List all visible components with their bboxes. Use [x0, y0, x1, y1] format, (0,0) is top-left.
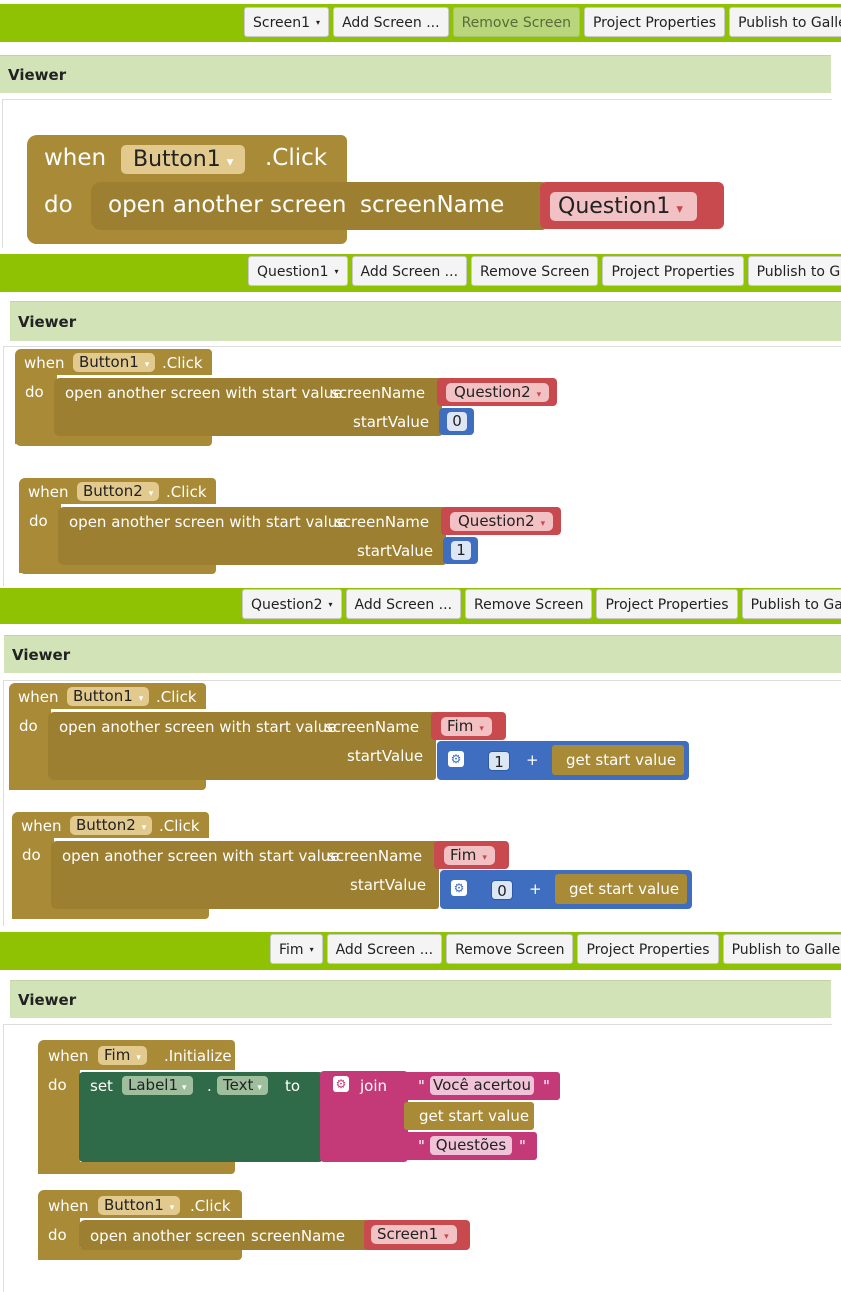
publish-to-gallery-button[interactable]: Publish to Gallery [722, 934, 841, 964]
screen-selector[interactable]: Screen1 ▾ [244, 7, 330, 37]
toolbar: Fim ▾ Add Screen ... Remove Screen Projec… [0, 930, 841, 970]
caret-down-icon: ▾ [257, 1083, 262, 1093]
toolbar: Screen1 ▾ Add Screen ... Remove Screen Pr… [0, 0, 841, 42]
text-field[interactable]: Questões [430, 1136, 512, 1155]
viewer-header: Viewer [10, 301, 841, 341]
number-field[interactable]: 0 [447, 412, 467, 431]
remove-screen-button[interactable]: Remove Screen [446, 934, 574, 964]
panel-screen1: Screen1 ▾ Add Screen ... Remove Screen Pr… [0, 0, 841, 248]
caret-down-icon: ▾ [182, 1083, 187, 1093]
caret-down-icon: ▾ [144, 360, 150, 370]
project-properties-button[interactable]: Project Properties [602, 256, 744, 286]
caret-down-icon: ▾ [540, 519, 546, 529]
publish-to-gallery-button[interactable]: Publish to Gallery [729, 7, 841, 37]
project-properties-button[interactable]: Project Properties [583, 7, 726, 37]
caret-down-icon: ▾ [138, 694, 144, 704]
panel-fim: Fim ▾ Add Screen ... Remove Screen Projec… [0, 930, 841, 1292]
project-properties-button[interactable]: Project Properties [577, 934, 719, 964]
component-dropdown[interactable]: Button2 ▾ [77, 482, 160, 501]
add-screen-button[interactable]: Add Screen ... [326, 934, 443, 964]
component-dropdown[interactable]: Label1 ▾ [122, 1076, 193, 1095]
caret-down-icon: ▾ [536, 390, 542, 400]
add-screen-button[interactable]: Add Screen ... [333, 7, 449, 37]
toolbar: Question1 ▾ Add Screen ... Remove Screen … [0, 252, 841, 292]
panel-question2: Question2 ▾ Add Screen ... Remove Screen … [0, 586, 841, 926]
caret-down-icon: ▾ [226, 155, 234, 170]
caret-down-icon: ▾ [316, 18, 321, 27]
remove-screen-button[interactable]: Remove Screen [452, 7, 580, 37]
gear-icon[interactable]: ⚙ [451, 880, 467, 896]
screen-selector[interactable]: Question2 ▾ [242, 589, 342, 619]
caret-down-icon: ▾ [334, 267, 339, 276]
remove-screen-button[interactable]: Remove Screen [471, 256, 599, 286]
panel-question1: Question1 ▾ Add Screen ... Remove Screen … [0, 252, 841, 586]
caret-down-icon: ▾ [148, 489, 154, 499]
number-field[interactable]: 1 [488, 751, 510, 771]
caret-down-icon: ▾ [479, 724, 484, 734]
number-field[interactable]: 1 [451, 541, 471, 560]
screen-name-dropdown[interactable]: Screen1 ▾ [371, 1225, 457, 1244]
viewer-header: Viewer [10, 980, 831, 1018]
viewer-header: Viewer [0, 55, 831, 93]
caret-down-icon: ▾ [676, 202, 684, 217]
number-field[interactable]: 0 [491, 880, 513, 900]
caret-down-icon: ▾ [141, 823, 147, 833]
screen-name-dropdown[interactable]: Question1 ▾ [550, 192, 698, 221]
screen-selector[interactable]: Question1 ▾ [248, 256, 348, 286]
component-dropdown[interactable]: Fim ▾ [98, 1046, 147, 1065]
caret-down-icon: ▾ [169, 1203, 175, 1213]
component-dropdown[interactable]: Button1 ▾ [73, 353, 156, 372]
component-dropdown[interactable]: Button1 ▾ [67, 687, 150, 706]
caret-down-icon: ▾ [444, 1232, 449, 1242]
caret-down-icon: ▾ [136, 1053, 141, 1063]
component-dropdown[interactable]: Button1 ▾ [121, 145, 246, 174]
screen-selector[interactable]: Fim ▾ [270, 934, 323, 964]
screen-name-dropdown[interactable]: Question2 ▾ [450, 512, 554, 531]
project-properties-button[interactable]: Project Properties [596, 589, 738, 619]
viewer-header: Viewer [4, 635, 841, 673]
gear-icon[interactable]: ⚙ [448, 751, 464, 767]
toolbar: Question2 ▾ Add Screen ... Remove Screen … [0, 586, 841, 626]
screen-name-dropdown[interactable]: Question2 ▾ [446, 383, 550, 402]
caret-down-icon: ▾ [309, 945, 314, 954]
publish-to-gallery-button[interactable]: Publish to Gallery [747, 256, 841, 286]
caret-down-icon: ▾ [328, 600, 333, 609]
add-screen-button[interactable]: Add Screen ... [345, 589, 462, 619]
text-field[interactable]: Você acertou [430, 1076, 534, 1095]
screen-name-dropdown[interactable]: Fim ▾ [444, 846, 495, 865]
remove-screen-button[interactable]: Remove Screen [465, 589, 593, 619]
caret-down-icon: ▾ [482, 853, 487, 863]
gear-icon[interactable]: ⚙ [333, 1076, 349, 1092]
component-dropdown[interactable]: Button1 ▾ [98, 1196, 181, 1215]
add-screen-button[interactable]: Add Screen ... [351, 256, 468, 286]
component-dropdown[interactable]: Button2 ▾ [70, 816, 153, 835]
property-dropdown[interactable]: Text ▾ [217, 1076, 268, 1095]
screen-name-dropdown[interactable]: Fim ▾ [441, 717, 492, 736]
publish-to-gallery-button[interactable]: Publish to Gallery [741, 589, 841, 619]
